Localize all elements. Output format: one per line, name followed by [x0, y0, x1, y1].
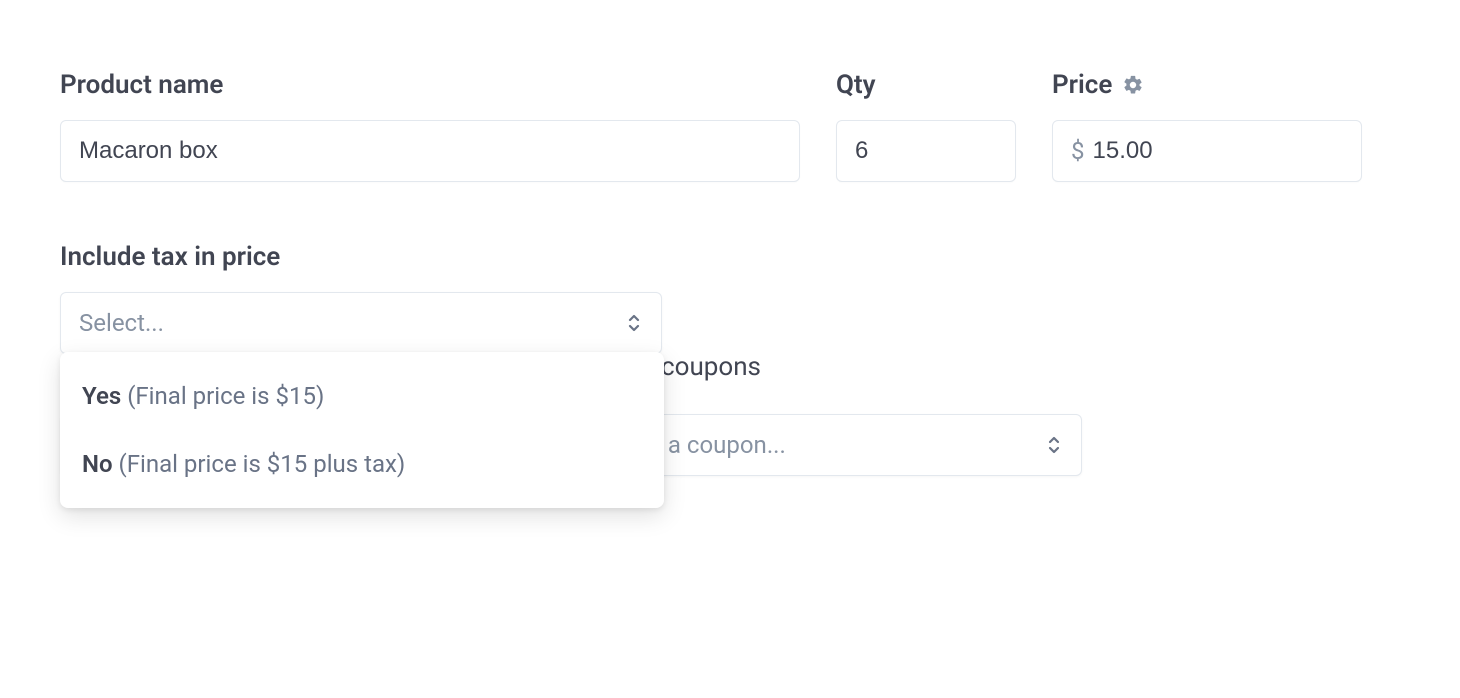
- include-tax-option-yes[interactable]: Yes (Final price is $15): [60, 362, 664, 430]
- product-name-input[interactable]: [79, 137, 781, 165]
- price-input[interactable]: [1093, 137, 1344, 165]
- price-input-wrapper[interactable]: $: [1052, 120, 1362, 182]
- product-name-field: Product name: [60, 70, 800, 182]
- include-tax-select[interactable]: Select...: [60, 292, 662, 354]
- chevron-updown-icon: [1045, 433, 1063, 457]
- option-no-bold: No: [82, 450, 113, 478]
- price-label-text: Price: [1052, 70, 1112, 100]
- coupons-label: coupons: [661, 352, 761, 382]
- qty-label: Qty: [836, 70, 1016, 100]
- include-tax-section: Include tax in price Select... Yes (Fina…: [60, 242, 1400, 354]
- chevron-updown-icon: [625, 311, 643, 335]
- include-tax-dropdown: Yes (Final price is $15) No (Final price…: [60, 352, 664, 508]
- include-tax-option-no[interactable]: No (Final price is $15 plus tax): [60, 430, 664, 498]
- qty-field: Qty: [836, 70, 1016, 182]
- gear-icon[interactable]: [1122, 74, 1144, 96]
- option-yes-rest: (Final price is $15): [121, 382, 324, 410]
- product-name-label: Product name: [60, 70, 800, 100]
- option-yes-bold: Yes: [82, 382, 121, 410]
- qty-input[interactable]: [855, 137, 997, 165]
- currency-symbol: $: [1071, 137, 1085, 165]
- product-name-input-wrapper[interactable]: [60, 120, 800, 182]
- include-tax-placeholder: Select...: [79, 309, 164, 337]
- qty-input-wrapper[interactable]: [836, 120, 1016, 182]
- include-tax-label: Include tax in price: [60, 242, 1400, 272]
- product-row: Product name Qty Price $: [60, 70, 1400, 182]
- option-no-rest: (Final price is $15 plus tax): [113, 450, 406, 478]
- price-label: Price: [1052, 70, 1362, 100]
- price-field: Price $: [1052, 70, 1362, 182]
